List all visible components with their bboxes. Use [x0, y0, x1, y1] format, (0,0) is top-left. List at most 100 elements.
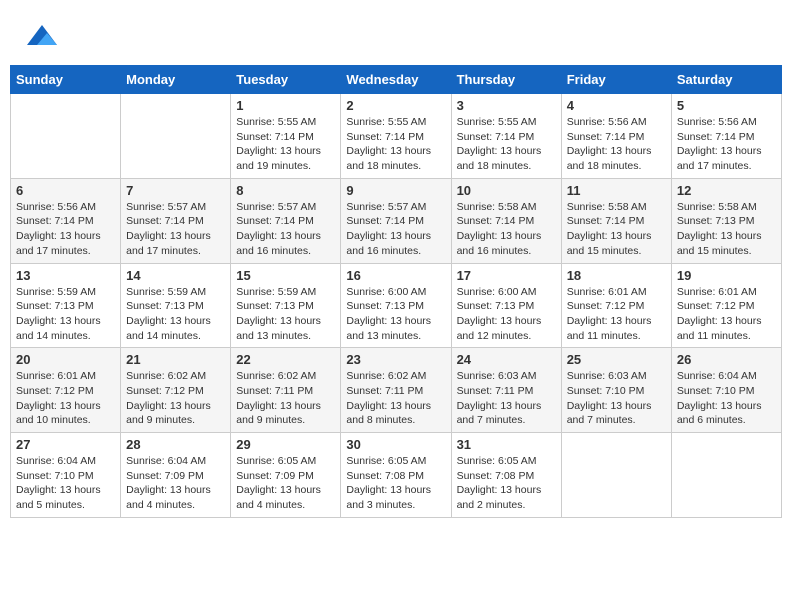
- calendar-cell: 13 Sunrise: 5:59 AM Sunset: 7:13 PM Dayli…: [11, 263, 121, 348]
- day-number: 31: [457, 437, 556, 452]
- day-info: Sunrise: 5:57 AM Sunset: 7:14 PM Dayligh…: [126, 200, 225, 259]
- calendar-cell: 30 Sunrise: 6:05 AM Sunset: 7:08 PM Dayli…: [341, 433, 451, 518]
- day-info: Sunrise: 5:56 AM Sunset: 7:14 PM Dayligh…: [16, 200, 115, 259]
- calendar-cell: 23 Sunrise: 6:02 AM Sunset: 7:11 PM Dayli…: [341, 348, 451, 433]
- day-info: Sunrise: 6:03 AM Sunset: 7:11 PM Dayligh…: [457, 369, 556, 428]
- day-number: 11: [567, 183, 666, 198]
- weekday-header-tuesday: Tuesday: [231, 66, 341, 94]
- calendar-cell: 2 Sunrise: 5:55 AM Sunset: 7:14 PM Daylig…: [341, 94, 451, 179]
- day-number: 2: [346, 98, 445, 113]
- calendar-cell: 7 Sunrise: 5:57 AM Sunset: 7:14 PM Daylig…: [121, 178, 231, 263]
- calendar-cell: 4Sunrise: 5:56 AM Sunset: 7:14 PM Daylig…: [561, 94, 671, 179]
- day-number: 5: [677, 98, 776, 113]
- day-info: Sunrise: 5:57 AM Sunset: 7:14 PM Dayligh…: [236, 200, 335, 259]
- day-info: Sunrise: 5:55 AM Sunset: 7:14 PM Dayligh…: [236, 115, 335, 174]
- day-info: Sunrise: 5:59 AM Sunset: 7:13 PM Dayligh…: [236, 285, 335, 344]
- weekday-header-wednesday: Wednesday: [341, 66, 451, 94]
- day-number: 23: [346, 352, 445, 367]
- day-number: 30: [346, 437, 445, 452]
- weekday-header-saturday: Saturday: [671, 66, 781, 94]
- day-number: 8: [236, 183, 335, 198]
- day-number: 3: [457, 98, 556, 113]
- calendar-cell: 9 Sunrise: 5:57 AM Sunset: 7:14 PM Daylig…: [341, 178, 451, 263]
- day-number: 22: [236, 352, 335, 367]
- calendar-cell: 19 Sunrise: 6:01 AM Sunset: 7:12 PM Dayli…: [671, 263, 781, 348]
- day-number: 26: [677, 352, 776, 367]
- calendar-cell: 27Sunrise: 6:04 AM Sunset: 7:10 PM Dayli…: [11, 433, 121, 518]
- day-number: 10: [457, 183, 556, 198]
- day-info: Sunrise: 6:03 AM Sunset: 7:10 PM Dayligh…: [567, 369, 666, 428]
- calendar-cell: 21 Sunrise: 6:02 AM Sunset: 7:12 PM Dayli…: [121, 348, 231, 433]
- calendar-table: SundayMondayTuesdayWednesdayThursdayFrid…: [10, 65, 782, 518]
- weekday-header-friday: Friday: [561, 66, 671, 94]
- calendar-cell: 18 Sunrise: 6:01 AM Sunset: 7:12 PM Dayli…: [561, 263, 671, 348]
- day-info: Sunrise: 5:55 AM Sunset: 7:14 PM Dayligh…: [457, 115, 556, 174]
- calendar-cell: 12 Sunrise: 5:58 AM Sunset: 7:13 PM Dayli…: [671, 178, 781, 263]
- calendar-cell: [121, 94, 231, 179]
- calendar-cell: 20 Sunrise: 6:01 AM Sunset: 7:12 PM Dayli…: [11, 348, 121, 433]
- calendar-cell: 11Sunrise: 5:58 AM Sunset: 7:14 PM Dayli…: [561, 178, 671, 263]
- day-number: 14: [126, 268, 225, 283]
- day-number: 25: [567, 352, 666, 367]
- day-number: 13: [16, 268, 115, 283]
- calendar-cell: 22 Sunrise: 6:02 AM Sunset: 7:11 PM Dayli…: [231, 348, 341, 433]
- calendar-cell: 24 Sunrise: 6:03 AM Sunset: 7:11 PM Dayli…: [451, 348, 561, 433]
- day-info: Sunrise: 6:05 AM Sunset: 7:09 PM Dayligh…: [236, 454, 335, 513]
- day-info: Sunrise: 6:00 AM Sunset: 7:13 PM Dayligh…: [457, 285, 556, 344]
- day-number: 4: [567, 98, 666, 113]
- day-info: Sunrise: 6:05 AM Sunset: 7:08 PM Dayligh…: [346, 454, 445, 513]
- day-number: 15: [236, 268, 335, 283]
- day-number: 9: [346, 183, 445, 198]
- calendar-cell: 31 Sunrise: 6:05 AM Sunset: 7:08 PM Dayli…: [451, 433, 561, 518]
- day-number: 7: [126, 183, 225, 198]
- day-info: Sunrise: 6:02 AM Sunset: 7:12 PM Dayligh…: [126, 369, 225, 428]
- day-info: Sunrise: 6:04 AM Sunset: 7:10 PM Dayligh…: [16, 454, 115, 513]
- day-number: 1: [236, 98, 335, 113]
- calendar-cell: 1 Sunrise: 5:55 AM Sunset: 7:14 PM Daylig…: [231, 94, 341, 179]
- day-number: 19: [677, 268, 776, 283]
- day-info: Sunrise: 6:02 AM Sunset: 7:11 PM Dayligh…: [236, 369, 335, 428]
- calendar-cell: 29 Sunrise: 6:05 AM Sunset: 7:09 PM Dayli…: [231, 433, 341, 518]
- calendar-cell: [11, 94, 121, 179]
- day-info: Sunrise: 5:58 AM Sunset: 7:13 PM Dayligh…: [677, 200, 776, 259]
- day-info: Sunrise: 6:04 AM Sunset: 7:09 PM Dayligh…: [126, 454, 225, 513]
- day-info: Sunrise: 6:04 AM Sunset: 7:10 PM Dayligh…: [677, 369, 776, 428]
- day-info: Sunrise: 6:02 AM Sunset: 7:11 PM Dayligh…: [346, 369, 445, 428]
- day-info: Sunrise: 5:56 AM Sunset: 7:14 PM Dayligh…: [677, 115, 776, 174]
- logo-icon: [27, 20, 57, 50]
- calendar-cell: 8 Sunrise: 5:57 AM Sunset: 7:14 PM Daylig…: [231, 178, 341, 263]
- day-number: 28: [126, 437, 225, 452]
- day-info: Sunrise: 6:01 AM Sunset: 7:12 PM Dayligh…: [567, 285, 666, 344]
- calendar-cell: 15 Sunrise: 5:59 AM Sunset: 7:13 PM Dayli…: [231, 263, 341, 348]
- day-number: 17: [457, 268, 556, 283]
- calendar-cell: [561, 433, 671, 518]
- calendar-cell: 17 Sunrise: 6:00 AM Sunset: 7:13 PM Dayli…: [451, 263, 561, 348]
- day-info: Sunrise: 5:57 AM Sunset: 7:14 PM Dayligh…: [346, 200, 445, 259]
- calendar-cell: [671, 433, 781, 518]
- weekday-header-thursday: Thursday: [451, 66, 561, 94]
- day-info: Sunrise: 5:55 AM Sunset: 7:14 PM Dayligh…: [346, 115, 445, 174]
- day-number: 21: [126, 352, 225, 367]
- calendar-cell: 10 Sunrise: 5:58 AM Sunset: 7:14 PM Dayli…: [451, 178, 561, 263]
- day-info: Sunrise: 5:58 AM Sunset: 7:14 PM Dayligh…: [457, 200, 556, 259]
- day-number: 29: [236, 437, 335, 452]
- day-info: Sunrise: 6:01 AM Sunset: 7:12 PM Dayligh…: [16, 369, 115, 428]
- day-info: Sunrise: 5:59 AM Sunset: 7:13 PM Dayligh…: [16, 285, 115, 344]
- day-number: 12: [677, 183, 776, 198]
- day-number: 16: [346, 268, 445, 283]
- day-number: 6: [16, 183, 115, 198]
- calendar-cell: 26 Sunrise: 6:04 AM Sunset: 7:10 PM Dayli…: [671, 348, 781, 433]
- calendar-cell: 14 Sunrise: 5:59 AM Sunset: 7:13 PM Dayli…: [121, 263, 231, 348]
- page-header: [10, 10, 782, 60]
- calendar-cell: 6 Sunrise: 5:56 AM Sunset: 7:14 PM Daylig…: [11, 178, 121, 263]
- day-info: Sunrise: 6:05 AM Sunset: 7:08 PM Dayligh…: [457, 454, 556, 513]
- weekday-header-sunday: Sunday: [11, 66, 121, 94]
- day-info: Sunrise: 6:01 AM Sunset: 7:12 PM Dayligh…: [677, 285, 776, 344]
- calendar-cell: 28 Sunrise: 6:04 AM Sunset: 7:09 PM Dayli…: [121, 433, 231, 518]
- day-info: Sunrise: 5:59 AM Sunset: 7:13 PM Dayligh…: [126, 285, 225, 344]
- day-number: 20: [16, 352, 115, 367]
- day-number: 18: [567, 268, 666, 283]
- day-number: 24: [457, 352, 556, 367]
- calendar-cell: 25 Sunrise: 6:03 AM Sunset: 7:10 PM Dayli…: [561, 348, 671, 433]
- logo: [25, 20, 57, 55]
